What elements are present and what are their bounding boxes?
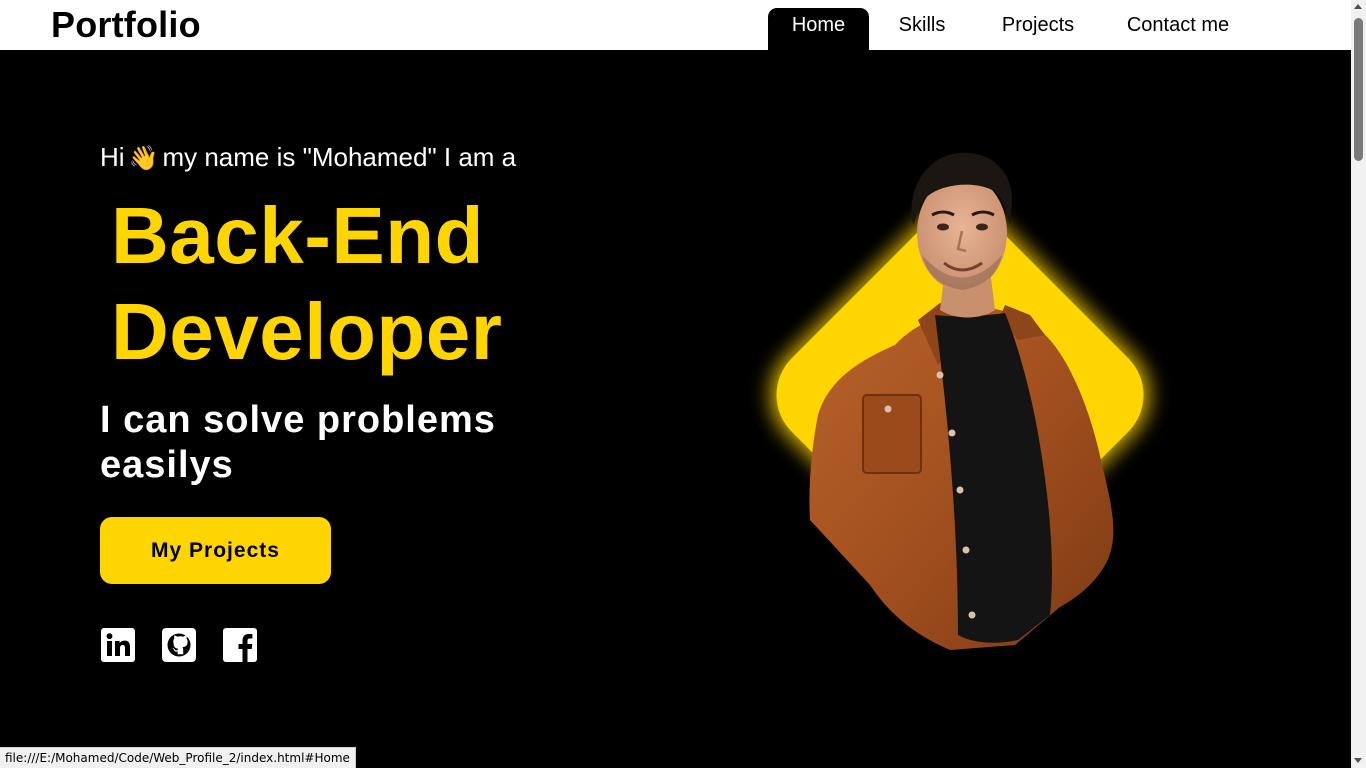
site-logo[interactable]: Portfolio [51,4,201,46]
scroll-thumb[interactable] [1354,18,1363,161]
scroll-up-arrow-icon[interactable] [1354,4,1362,9]
waving-hand-icon: 👋 [128,145,159,172]
scroll-down-arrow-icon[interactable] [1354,758,1362,763]
my-projects-button[interactable]: My Projects [100,517,331,584]
nav-home[interactable]: Home [768,8,869,50]
github-icon[interactable] [161,627,197,663]
facebook-icon[interactable] [222,627,258,663]
site-header: Portfolio Home Skills Projects Contact m… [0,0,1351,50]
greeting-prefix: Hi [100,142,125,172]
nav-contact[interactable]: Contact me [1101,8,1255,50]
social-links [100,627,258,663]
nav-projects[interactable]: Projects [975,8,1101,50]
greeting-suffix: my name is "Mohamed" I am a [162,142,517,172]
hero-role-title: Back-End Developer [111,188,502,380]
main-nav: Home Skills Projects Contact me [768,8,1255,50]
profile-portrait [770,152,1150,650]
vertical-scrollbar[interactable] [1351,0,1366,768]
nav-skills[interactable]: Skills [869,8,975,50]
linkedin-icon[interactable] [100,627,136,663]
hero-tagline: I can solve problems easilys [100,399,496,486]
browser-status-bar: file:///E:/Mohamed/Code/Web_Profile_2/in… [0,747,356,768]
role-line-1: Back-End [111,191,484,280]
hero-greeting: Hi 👋 my name is "Mohamed" I am a [100,142,516,173]
role-line-2: Developer [111,287,503,376]
